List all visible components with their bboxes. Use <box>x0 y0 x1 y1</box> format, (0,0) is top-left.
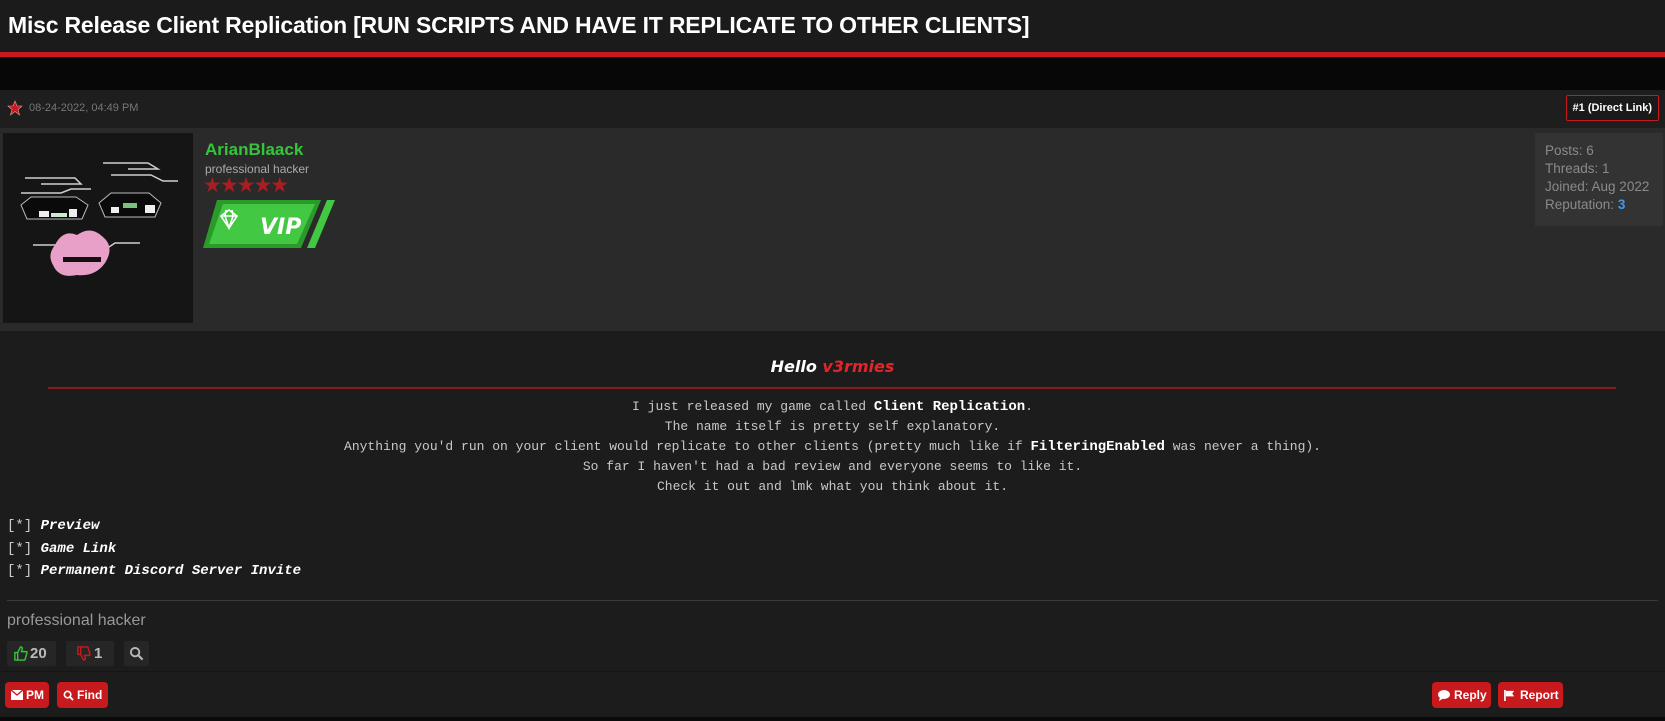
author-stars: ★★★★★ <box>203 174 289 197</box>
speech-bubble-icon <box>1438 690 1450 701</box>
signature: professional hacker <box>7 612 146 629</box>
find-button[interactable]: Find <box>57 682 108 708</box>
like-count: 20 <box>30 645 47 662</box>
list-item: [*] Permanent Discord Server Invite <box>7 563 302 579</box>
post-greeting: Hello v3rmies <box>0 357 1665 376</box>
reply-button[interactable]: Reply <box>1432 682 1491 708</box>
thumbs-up-icon <box>14 646 28 661</box>
search-button[interactable] <box>124 641 149 666</box>
list-item: [*] Game Link <box>7 540 117 557</box>
signature-divider <box>7 600 1658 601</box>
author-username[interactable]: ArianBlaack <box>205 140 303 160</box>
search-icon <box>63 690 74 701</box>
greeting-highlight: v3rmies <box>822 357 895 376</box>
greeting-text: Hello <box>770 357 823 376</box>
author-reputation: Reputation: 3 <box>1545 196 1663 214</box>
discord-invite-link[interactable]: Permanent Discord Server Invite <box>41 563 301 579</box>
envelope-icon <box>11 690 23 700</box>
avatar[interactable] <box>3 133 193 323</box>
list-item: [*] Preview <box>7 518 100 534</box>
message-line: So far I haven't had a bad review and ev… <box>582 459 1083 474</box>
post-footer: PM Find Reply Report <box>0 671 1665 721</box>
vip-badge-text: VIP <box>260 215 301 240</box>
message-line: I just released my game called Client Re… <box>632 399 1033 415</box>
preview-link[interactable]: Preview <box>41 518 100 534</box>
post-header: 08-24-2022, 04:49 PM #1 (Direct Link) <box>0 90 1665 128</box>
avatar-image <box>20 162 178 276</box>
search-icon <box>129 646 144 661</box>
author-posts: Posts: 6 <box>1545 143 1594 158</box>
author-stats: Posts: 6 Threads: 1 Joined: Aug 2022 Rep… <box>1535 133 1663 226</box>
report-button[interactable]: Report <box>1498 682 1563 708</box>
post-link-list: [*] Preview [*] Game Link [*] Permanent … <box>7 515 301 583</box>
dislike-count: 1 <box>94 645 103 662</box>
flag-icon <box>1504 690 1515 701</box>
post-message: I just released my game called Client Re… <box>0 397 1665 497</box>
dislike-button[interactable]: 1 <box>66 641 114 666</box>
author-threads: Threads: 1 <box>1545 161 1610 176</box>
post-divider <box>48 387 1616 389</box>
post-star-icon <box>7 100 23 116</box>
thread-header: Misc Release Client Replication [RUN SCR… <box>0 0 1665 52</box>
thread-title: Misc Release Client Replication [RUN SCR… <box>8 12 1030 38</box>
direct-link-button[interactable]: #1 (Direct Link) <box>1565 95 1659 121</box>
reputation-label: Reputation: <box>1545 197 1618 212</box>
post-date: 08-24-2022, 04:49 PM <box>29 102 139 114</box>
pm-button[interactable]: PM <box>5 682 49 708</box>
message-line: The name itself is pretty self explanato… <box>664 419 1001 434</box>
message-line: Check it out and lmk what you think abou… <box>656 479 1009 494</box>
header-spacer <box>0 57 1665 90</box>
author-info: ArianBlaack professional hacker ★★★★★ VI… <box>0 128 1665 331</box>
game-link[interactable]: Game Link <box>41 541 117 557</box>
author-joined: Joined: Aug 2022 <box>1545 179 1650 194</box>
reputation-value[interactable]: 3 <box>1618 197 1626 212</box>
post-body: Hello v3rmies I just released my game ca… <box>0 331 1665 671</box>
thumbs-down-icon <box>77 646 91 661</box>
vip-badge: VIP <box>203 198 343 250</box>
page-bottom-border <box>0 717 1665 721</box>
message-line: Anything you'd run on your client would … <box>344 439 1321 455</box>
like-button[interactable]: 20 <box>7 641 56 666</box>
